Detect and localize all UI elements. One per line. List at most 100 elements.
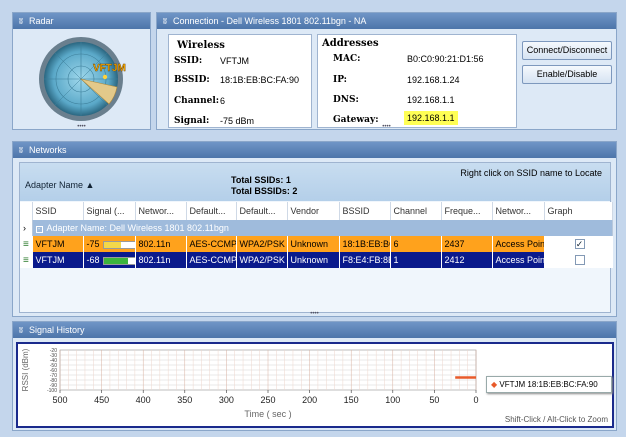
cell-graph [544,252,613,268]
x-tick-label: 300 [219,395,234,405]
cell-frequency: 2437 [441,236,493,252]
cell-auth: WPA2/PSK [236,252,288,268]
col-header[interactable]: SSID [32,202,84,220]
signal-history-header[interactable]: ʬ Signal History [13,322,616,338]
panel-splitter[interactable]: •••• [13,311,616,317]
cell-channel: 6 [390,236,442,252]
cell-network-type: Access Point [492,252,545,268]
ssid-value: VFTJM [220,56,249,66]
zoom-hint: Shift-Click / Alt-Click to Zoom [504,415,608,424]
signal-history-title: Signal History [29,325,85,335]
radar-header[interactable]: ʬ Radar [13,13,150,29]
group-expand-arrow[interactable]: › [20,220,33,236]
networks-grid: Adapter Name ▲ Total SSIDs: 1 Total BSSI… [19,162,613,313]
table-row[interactable]: ≡ VFTJM -75 802.11n AES-CCMP WPA2/PSK Un… [20,236,613,252]
collapse-group-icon[interactable]: - [35,226,43,233]
dns-value: 192.168.1.1 [407,95,455,105]
cell-bssid: F8:E4:FB:8E: [339,252,391,268]
cell-vendor: Unknown [287,236,340,252]
y-axis-label: RSSI (dBm) [21,348,30,391]
x-tick-label: 350 [177,395,192,405]
x-tick-label: 150 [344,395,359,405]
signal-history-chart-area: -20 -30 -40 -50 -60 -70 -80 -90 -100 500 450 400 350… [16,342,614,428]
col-header[interactable]: Default... [186,202,237,220]
signal-bar [102,240,134,249]
ip-label: IP: [333,75,347,85]
channel-label: Channel: [174,96,220,106]
cell-graph: ✓ [544,236,613,252]
mac-value: B0:C0:90:21:D1:56 [407,54,484,64]
gateway-label: Gateway: [333,115,379,125]
cell-bssid: 18:1B:EB:BC: [339,236,391,252]
x-tick-label: 0 [473,395,478,405]
graph-checkbox[interactable]: ✓ [574,239,585,250]
collapse-icon[interactable]: ʬ [19,14,29,30]
cell-ssid[interactable]: VFTJM [32,252,84,268]
graph-checkbox[interactable] [574,255,585,266]
col-header[interactable]: Signal (... [83,202,136,220]
wireless-box: Wireless SSID: VFTJM BSSID: 18:1B:EB:BC:… [168,34,312,128]
x-tick-label: 100 [385,395,400,405]
group-row[interactable]: › - Adapter Name: Dell Wireless 1801 802.… [20,220,613,236]
group-by-chip[interactable]: Adapter Name ▲ [25,180,94,190]
collapse-icon[interactable]: ʬ [163,14,173,30]
cell-signal: -68 [83,252,136,268]
col-header[interactable]: Default... [236,202,288,220]
cell-auth: WPA2/PSK [236,236,288,252]
signal-bar [102,256,134,265]
enable-disable-button[interactable]: Enable/Disable [522,65,612,84]
dns-label: DNS: [333,95,359,105]
col-header[interactable]: Networ... [492,202,545,220]
col-header[interactable]: Networ... [135,202,187,220]
addresses-box: Addresses MAC: B0:C0:90:21:D1:56 IP: 192… [317,34,517,128]
networks-header[interactable]: ʬ Networks [13,142,616,158]
cell-ssid[interactable]: VFTJM [32,236,84,252]
panel-splitter[interactable]: •••• [157,124,616,130]
locate-hint: Right click on SSID name to Locate [460,168,602,178]
cell-signal-value: -68 [86,255,100,265]
connection-panel: ʬ Connection - Dell Wireless 1801 802.11b… [156,12,617,130]
bssid-label: BSSID: [174,75,210,85]
cell-network-type: Access Point [492,236,545,252]
col-header[interactable]: Graph [544,202,613,220]
radar-display: VFTJM [39,37,126,121]
wireless-heading: Wireless [177,40,225,51]
channel-value: 6 [220,96,226,106]
panel-splitter[interactable]: •••• [13,124,150,130]
networks-panel: ʬ Networks Adapter Name ▲ Total SSIDs: 1 … [12,141,617,317]
networks-title: Networks [29,145,67,155]
cell-channel: 1 [390,252,442,268]
radar-ssid-label: VFTJM [93,63,126,74]
cell-security: AES-CCMP [186,236,237,252]
wifi-icon: ≡ [20,236,33,252]
cell-frequency: 2412 [441,252,493,268]
chart-legend[interactable]: ◆ VFTJM 18:1B:EB:BC:FA:90 [486,376,612,393]
bssid-value: 18:1B:EB:BC:FA:90 [220,75,300,85]
col-header[interactable]: Vendor [287,202,340,220]
cell-security: AES-CCMP [186,252,237,268]
legend-line-icon: ◆ [491,380,498,389]
networks-table: SSID Signal (... Networ... Default... De… [20,202,613,268]
connect-disconnect-button[interactable]: Connect/Disconnect [522,41,612,60]
addresses-heading: Addresses [322,38,379,49]
col-header[interactable]: BSSID [339,202,391,220]
legend-label: VFTJM 18:1B:EB:BC:FA:90 [499,380,598,389]
mac-label: MAC: [333,54,361,64]
col-header[interactable]: Freque... [441,202,493,220]
cell-vendor: Unknown [287,252,340,268]
connection-header[interactable]: ʬ Connection - Dell Wireless 1801 802.11b… [157,13,616,29]
x-tick-label: 200 [302,395,317,405]
group-row-label: Adapter Name: Dell Wireless 1801 802.11b… [46,223,229,233]
radar-blip[interactable] [102,74,108,80]
ip-value: 192.168.1.24 [407,75,460,85]
gateway-value: 192.168.1.1 [404,111,458,125]
col-header[interactable]: Channel [390,202,442,220]
row-indicator-header [20,202,33,220]
x-tick-label: 50 [429,395,439,405]
table-row[interactable]: ≡ VFTJM -68 802.11n AES-CCMP WPA2/PSK Un… [20,252,613,268]
signal-history-panel: ʬ Signal History -20 -30 -40 -50 -60 -70 -80 -90… [12,321,617,431]
signal-bar-fill [103,257,128,264]
collapse-icon[interactable]: ʬ [19,143,29,159]
wifi-icon: ≡ [20,252,33,268]
collapse-icon[interactable]: ʬ [19,323,29,339]
